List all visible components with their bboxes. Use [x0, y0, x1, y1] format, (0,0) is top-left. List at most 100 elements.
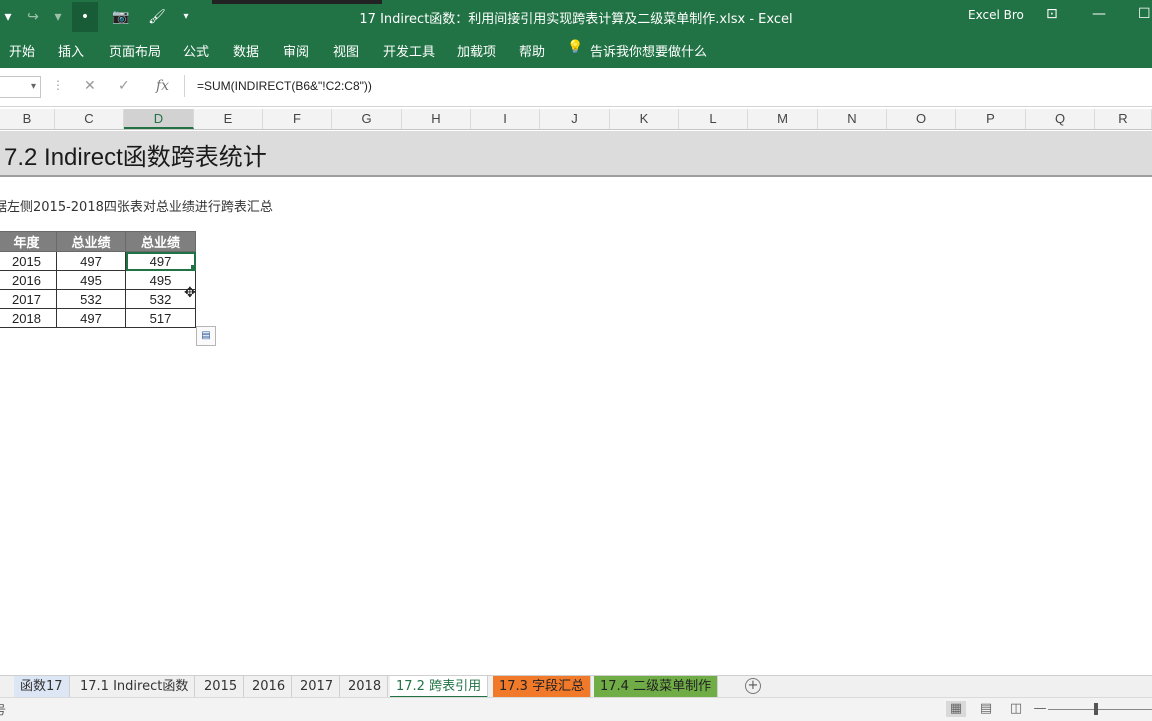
tab-view[interactable]: 视图 — [333, 41, 359, 60]
sheet-tab[interactable]: 2015 — [198, 676, 245, 698]
sheet-tab[interactable]: 17.4 二级菜单制作 — [594, 676, 719, 698]
minus-icon: — — [1033, 701, 1047, 716]
fill-handle[interactable] — [191, 265, 196, 270]
tab-home[interactable]: 开始 — [9, 41, 35, 60]
column-header[interactable]: K — [610, 109, 679, 129]
column-header-selected[interactable]: D — [124, 109, 194, 129]
column-header[interactable]: O — [887, 109, 956, 129]
sheet-tab[interactable]: 2017 — [294, 676, 341, 698]
normal-view-button[interactable]: ▦ — [946, 701, 966, 717]
table-row: 2017 532 532 — [0, 289, 196, 309]
tab-addins[interactable]: 加载项 — [457, 41, 496, 60]
insert-function-button[interactable]: fx — [156, 78, 169, 94]
title-bar: ▾ ↪ ▾ • 📷 🖌 ▾ 17 Indirect函数：利用间接引用实现跨表计算… — [0, 0, 1152, 33]
sheet-description[interactable]: 据左侧2015-2018四张表对总业绩进行跨表汇总 — [0, 196, 273, 215]
cell-total[interactable]: 495 — [56, 270, 126, 290]
title-band: 7.2 Indirect函数跨表统计 — [0, 131, 1152, 177]
tab-help[interactable]: 帮助 — [519, 41, 545, 60]
sheet-tab[interactable]: 2018 — [342, 676, 389, 698]
formula-bar: ▾ ⋮ ✕ ✓ fx =SUM(INDIRECT(B6&"!C2:C8")) — [0, 68, 1152, 107]
column-header[interactable]: P — [956, 109, 1026, 129]
name-box[interactable]: ▾ — [0, 76, 41, 98]
column-header[interactable]: Q — [1026, 109, 1095, 129]
chevron-down-icon: ▾ — [30, 81, 36, 92]
zoom-slider-handle[interactable] — [1094, 703, 1098, 715]
sheet-tab[interactable]: 函数17 — [14, 676, 70, 698]
sheet-tab[interactable]: 17.3 字段汇总 — [493, 676, 592, 698]
column-header[interactable]: M — [748, 109, 818, 129]
cell-year[interactable]: 2017 — [0, 289, 57, 309]
add-sheet-button[interactable]: + — [745, 678, 761, 694]
sheet-tab-bar: 函数17 17.1 Indirect函数 2015 2016 2017 2018… — [0, 675, 1152, 698]
active-cell[interactable]: 497 — [125, 251, 196, 271]
page-layout-view-button[interactable]: ▤ — [976, 701, 996, 717]
table-row: 2018 497 517 — [0, 308, 196, 328]
status-text: 号 — [0, 703, 7, 717]
sheet-tab[interactable]: 17.1 Indirect函数 — [74, 676, 196, 698]
column-header[interactable]: G — [332, 109, 402, 129]
paste-options-button[interactable]: ▤ — [196, 326, 216, 346]
restore-icon: ☐ — [1138, 6, 1151, 22]
tab-data[interactable]: 数据 — [233, 41, 259, 60]
minimize-button[interactable]: — — [1092, 6, 1106, 22]
column-headers: B C D E F G H I J K L M N O P Q R — [0, 109, 1152, 130]
sheet-tab[interactable]: 2016 — [246, 676, 293, 698]
table-row: 2016 495 495 — [0, 270, 196, 290]
column-header[interactable]: B — [0, 109, 55, 129]
check-icon: ✓ — [118, 78, 130, 94]
column-header[interactable]: J — [540, 109, 610, 129]
cell-total[interactable]: 497 — [56, 251, 126, 271]
sheet-tab-active[interactable]: 17.2 跨表引用 — [390, 676, 489, 698]
summary-table: 年度 总业绩 总业绩 2015 497 497 2016 495 495 201… — [0, 231, 196, 328]
formula-input[interactable]: =SUM(INDIRECT(B6&"!C2:C8")) — [184, 75, 1152, 97]
tab-review[interactable]: 审阅 — [283, 41, 309, 60]
header-total-formula[interactable]: 总业绩 — [125, 231, 196, 252]
cell-year[interactable]: 2016 — [0, 270, 57, 290]
column-header[interactable]: F — [263, 109, 332, 129]
fx-icon: fx — [156, 78, 170, 94]
cell-total[interactable]: 532 — [56, 289, 126, 309]
close-icon: ✕ — [84, 78, 96, 94]
table-header-row: 年度 总业绩 总业绩 — [0, 231, 196, 252]
tab-formulas[interactable]: 公式 — [183, 41, 209, 60]
lightbulb-icon: 💡 — [567, 40, 584, 55]
column-header[interactable]: L — [679, 109, 748, 129]
column-header[interactable]: R — [1095, 109, 1152, 129]
tab-page-layout[interactable]: 页面布局 — [109, 41, 161, 60]
formula-bar-grip-icon: ⋮ — [52, 78, 64, 92]
cell-total-formula[interactable]: 517 — [125, 308, 196, 328]
tab-developer[interactable]: 开发工具 — [383, 41, 435, 60]
ribbon: 开始 插入 页面布局 公式 数据 审阅 视图 开发工具 加载项 帮助 💡 告诉我… — [0, 33, 1152, 64]
zoom-out-button[interactable]: — — [1030, 701, 1050, 717]
restore-button[interactable]: ☐ — [1138, 6, 1151, 22]
table-row: 2015 497 497 — [0, 251, 196, 271]
page-layout-icon: ▤ — [979, 701, 993, 716]
cell-year[interactable]: 2015 — [0, 251, 57, 271]
ribbon-display-icon: ⊡ — [1046, 6, 1058, 22]
title-overlay — [212, 0, 382, 4]
column-header[interactable]: E — [194, 109, 263, 129]
enter-button[interactable]: ✓ — [118, 78, 130, 94]
cell-cursor-icon: ✥ — [184, 285, 196, 301]
column-header[interactable]: H — [402, 109, 471, 129]
tell-me-box[interactable]: 告诉我你想要做什么 — [590, 41, 707, 60]
status-bar: 号 ▦ ▤ ◫ — — [0, 697, 1152, 721]
user-name[interactable]: Excel Bro — [968, 8, 1024, 22]
cell-total[interactable]: 497 — [56, 308, 126, 328]
column-header[interactable]: C — [55, 109, 124, 129]
ribbon-display-button[interactable]: ⊡ — [1046, 6, 1058, 22]
paste-options-icon: ▤ — [201, 330, 211, 341]
cell-year[interactable]: 2018 — [0, 308, 57, 328]
page-break-icon: ◫ — [1009, 701, 1023, 716]
cancel-button[interactable]: ✕ — [84, 78, 96, 94]
tab-insert[interactable]: 插入 — [58, 41, 84, 60]
zoom-slider-track[interactable] — [1048, 709, 1152, 710]
page-break-view-button[interactable]: ◫ — [1006, 701, 1026, 717]
header-total[interactable]: 总业绩 — [56, 231, 126, 252]
minimize-icon: — — [1092, 6, 1106, 22]
header-year[interactable]: 年度 — [0, 231, 57, 252]
grid-icon: ▦ — [949, 701, 963, 716]
column-header[interactable]: I — [471, 109, 540, 129]
column-header[interactable]: N — [818, 109, 887, 129]
sheet-title[interactable]: 7.2 Indirect函数跨表统计 — [4, 137, 267, 172]
